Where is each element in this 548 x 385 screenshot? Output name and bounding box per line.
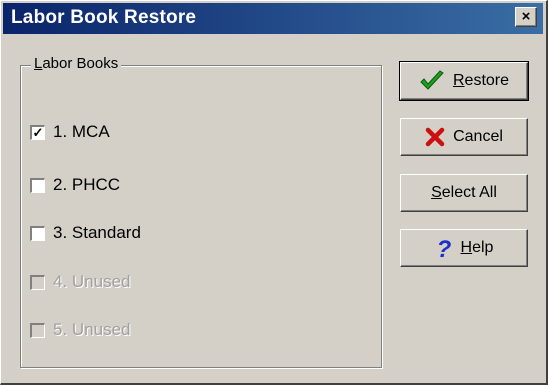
title-bar[interactable]: Labor Book Restore × <box>3 3 543 34</box>
group-label: Labor Books <box>31 55 122 72</box>
book-label-2[interactable]: 2. PHCC <box>53 175 120 195</box>
book-checkbox-4 <box>30 274 45 290</box>
x-icon <box>425 127 445 147</box>
book-row-2[interactable]: 2. PHCC <box>30 174 120 196</box>
book-row-4: 4. Unused <box>30 271 131 293</box>
svg-text:?: ? <box>436 236 451 260</box>
book-checkbox-3[interactable] <box>30 225 45 241</box>
restore-label: Restore <box>452 72 510 89</box>
cancel-button[interactable]: Cancel <box>400 118 528 156</box>
close-icon: × <box>521 8 531 25</box>
restore-button[interactable]: Restore <box>399 61 529 101</box>
close-button[interactable]: × <box>515 7 537 27</box>
select-all-button[interactable]: Select All <box>400 174 528 212</box>
question-mark-icon: ? <box>436 236 451 260</box>
book-label-5: 5. Unused <box>53 320 131 339</box>
help-label: Help <box>460 239 494 256</box>
book-checkbox-1[interactable]: ✓ <box>30 124 45 140</box>
help-button[interactable]: ? Help <box>400 229 528 267</box>
select-all-label: Select All <box>431 184 497 201</box>
book-checkbox-5 <box>30 322 45 338</box>
book-row-3[interactable]: 3. Standard <box>30 222 141 244</box>
labor-book-restore-dialog: Labor Book Restore × Labor Books ✓ 1. MC… <box>0 0 548 385</box>
checkmark-icon <box>420 70 444 90</box>
book-row-1[interactable]: ✓ 1. MCA <box>30 121 110 143</box>
book-label-4: 4. Unused <box>53 272 131 291</box>
window-title: Labor Book Restore <box>11 7 197 28</box>
book-label-3[interactable]: 3. Standard <box>53 223 141 243</box>
cancel-label: Cancel <box>453 128 503 145</box>
book-row-5: 5. Unused <box>30 319 131 341</box>
book-label-1[interactable]: 1. MCA <box>53 122 110 142</box>
book-checkbox-2[interactable] <box>30 177 45 193</box>
